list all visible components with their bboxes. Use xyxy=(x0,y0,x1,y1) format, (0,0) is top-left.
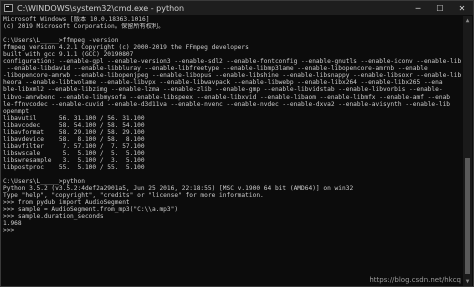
title-bar[interactable]: C:\WINDOWS\system32\cmd.exe - python ─ ☐… xyxy=(1,1,473,15)
console-line: Python 3.5.2 (v3.5.2:4def2a2901a5, Jun 2… xyxy=(3,185,354,193)
console-line: Microsoft Windows [版本 10.0.18363.1016] xyxy=(3,16,150,23)
minimize-button[interactable]: ─ xyxy=(407,1,429,15)
console-line: ffmpeg version 4.2.1 Copyright (c) 2000-… xyxy=(3,44,249,52)
console-output[interactable]: Microsoft Windows [版本 10.0.18363.1016] (c… xyxy=(3,16,461,286)
console-line: C:\Users\L_____>python xyxy=(3,178,85,186)
console-line: openmpt xyxy=(3,107,30,115)
console-line: libavutil 56. 31.100 / 56. 31.100 xyxy=(3,114,145,122)
scroll-down-arrow-icon[interactable]: ▼ xyxy=(463,277,472,286)
console-line: built with gcc 9.1.1 (GCC) 20190807 xyxy=(3,51,134,59)
cmd-window: C:\WINDOWS\system32\cmd.exe - python ─ ☐… xyxy=(0,0,474,287)
scroll-up-arrow-icon[interactable]: ▲ xyxy=(463,16,472,25)
console-line: >>> xyxy=(3,227,18,235)
console-line: libswresample 3. 5.100 / 3. 5.100 xyxy=(3,156,145,164)
vertical-scrollbar[interactable]: ▲ ▼ xyxy=(463,16,472,286)
console-line: configuration: --enable-gpl --enable-ver… xyxy=(3,58,461,66)
console-line: libavformat 58. 29.100 / 58. 29.100 xyxy=(3,128,145,136)
window-title: C:\WINDOWS\system32\cmd.exe - python xyxy=(17,3,185,13)
console-line: libpostproc 55. 5.100 / 55. 5.100 xyxy=(3,163,145,171)
console-line: --enable-libdav1d --enable-libbluray --e… xyxy=(3,65,428,73)
console-line: ble-libxml2 --enable-libzimg --enable-lz… xyxy=(3,86,443,94)
console-line: heora --enable-libtwolame --enable-libvp… xyxy=(3,79,443,87)
console-line: >>> sample = AudioSegment.from_mp3("C:\\… xyxy=(3,206,179,214)
console-line: le-ffnvcodec --enable-cuvid --enable-d3d… xyxy=(3,100,451,108)
console-line: libavdevice 58. 8.100 / 58. 8.100 xyxy=(3,135,145,143)
console-line: Type "help", "copyright", "credits" or "… xyxy=(3,192,264,200)
console-line: libavfilter 7. 57.100 / 7. 57.100 xyxy=(3,142,145,150)
close-button[interactable]: ✕ xyxy=(451,1,473,15)
console-line: libswscale 5. 5.100 / 5. 5.100 xyxy=(3,149,145,157)
console-line: (c) 2019 Microsoft Corporation。保留所有权利。 xyxy=(3,23,165,31)
console-line: libvo-amrwbenc --enable-libmysofa --enab… xyxy=(3,93,451,101)
watermark: https://blog.csdn.net/hkcq xyxy=(369,276,461,284)
console-icon xyxy=(4,4,13,12)
console-line: -libopencore-amrwb --enable-libopenjpeg … xyxy=(3,72,461,80)
console-line: >>> sample.duration_seconds xyxy=(3,213,104,221)
console-line: 1.968 xyxy=(3,220,22,228)
maximize-button[interactable]: ☐ xyxy=(429,1,451,15)
console-line: >>> from pydub import AudioSegment xyxy=(3,199,130,207)
console-line: libavcodec 58. 54.100 / 58. 54.100 xyxy=(3,121,145,129)
console-line: C:\Users\L_____>ffmpeg -version xyxy=(3,37,119,45)
window-controls: ─ ☐ ✕ xyxy=(407,1,473,15)
scroll-thumb[interactable] xyxy=(465,158,470,274)
